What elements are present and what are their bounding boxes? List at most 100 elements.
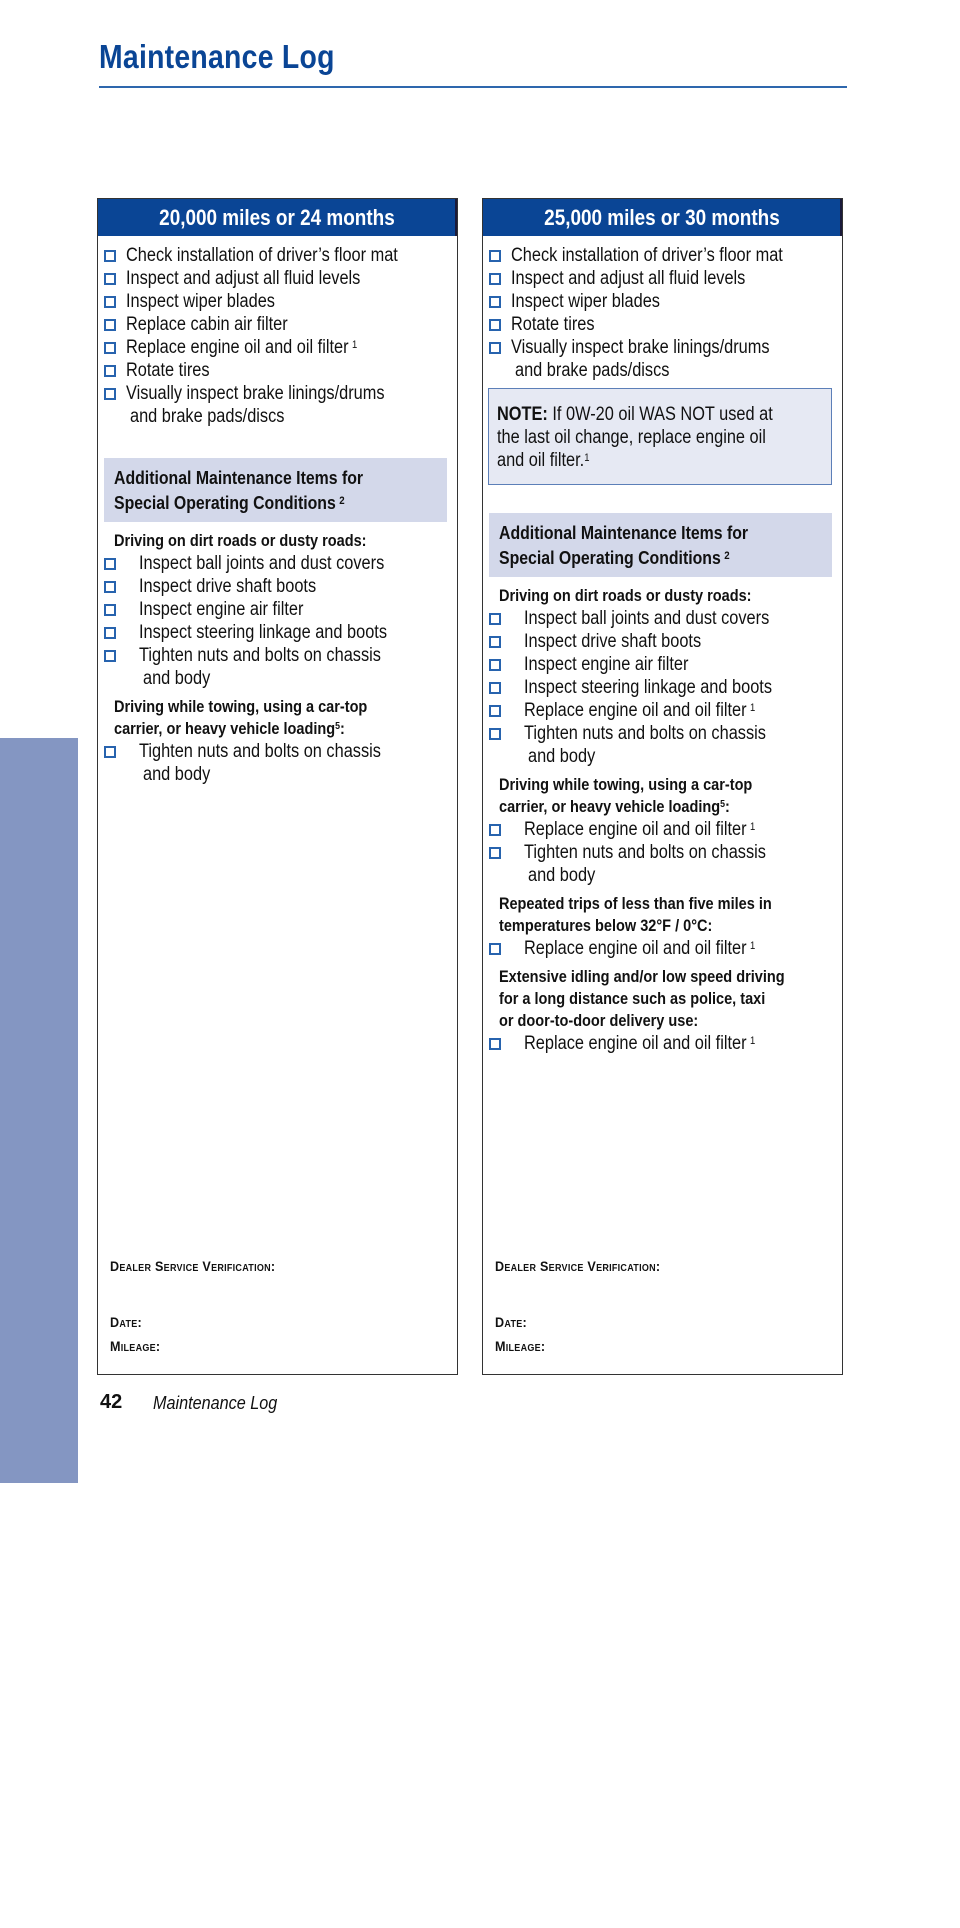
item-label: and body [143,764,211,785]
item-label: Rotate tires [126,360,210,381]
dealer-verification: Dealer Service Verification: Date: Milea… [495,1258,679,1354]
item-label: Replace engine oil and oil filter [524,1033,747,1054]
checkbox[interactable] [489,1038,501,1050]
item-label: and body [528,746,596,767]
list-item: Inspect and adjust all fluid levels [104,267,457,290]
list-item: Tighten nuts and bolts on chassis [104,644,457,667]
checkbox[interactable] [104,273,116,285]
checkbox[interactable] [489,705,501,717]
list-item-continuation: and body [104,667,457,690]
condition-title: Repeated trips of less than five miles i… [499,893,842,937]
list-item: Replace engine oil and oil filter 1 [489,1032,842,1055]
checkbox[interactable] [489,250,501,262]
note-text: and oil filter. [497,450,585,471]
list-item: Inspect drive shaft boots [104,575,457,598]
special-conditions-heading: Additional Maintenance Items for Special… [489,513,832,577]
checkbox[interactable] [489,273,501,285]
condition-title-text: Repeated trips of less than five miles i… [499,895,772,913]
special-heading-line: Additional Maintenance Items for [114,468,364,488]
list-item: Inspect ball joints and dust covers [104,552,457,575]
condition-title-text: for a long distance such as police, taxi [499,990,766,1008]
item-label: Inspect ball joints and dust covers [524,608,770,629]
checkbox[interactable] [104,650,116,662]
item-label: Inspect steering linkage and boots [524,677,772,698]
checkbox[interactable] [104,581,116,593]
checkbox[interactable] [104,250,116,262]
checkbox[interactable] [104,558,116,570]
checkbox[interactable] [489,847,501,859]
checkbox[interactable] [489,682,501,694]
oil-note: NOTE: If 0W-20 oil WAS NOT used at the l… [488,388,832,485]
checkbox[interactable] [104,746,116,758]
checkbox[interactable] [489,613,501,625]
condition-title-text: Driving while towing, using a car-top [499,776,753,794]
panel-header: 25,000 miles or 30 months [483,199,842,236]
item-label: Inspect engine air filter [139,599,304,620]
condition-title-text: carrier, or heavy vehicle loading [114,720,336,738]
checkbox[interactable] [489,824,501,836]
page-title: Maintenance Log [99,38,335,75]
item-label: and brake pads/discs [130,406,285,427]
condition-title-text: Driving on dirt roads or dusty roads: [114,532,367,550]
checkbox[interactable] [104,319,116,331]
checkbox[interactable] [489,319,501,331]
list-item: Inspect engine air filter [104,598,457,621]
footnote-ref: 1 [749,702,756,714]
footnote-ref: 5 [720,799,726,810]
list-item: Tighten nuts and bolts on chassis [104,740,457,763]
checkbox[interactable] [104,627,116,639]
checkbox[interactable] [489,296,501,308]
item-label: Check installation of driver’s floor mat [511,245,783,266]
list-item: Visually inspect brake linings/drums [104,382,457,405]
footnote-ref: 5 [335,721,341,732]
list-item: Rotate tires [489,313,842,336]
checkbox[interactable] [489,728,501,740]
condition-title-text: carrier, or heavy vehicle loading [499,798,721,816]
footnote-ref: 2 [339,495,345,507]
checkbox[interactable] [489,943,501,955]
checkbox[interactable] [489,659,501,671]
item-label: Inspect and adjust all fluid levels [126,268,361,289]
item-label: Inspect wiper blades [126,291,275,312]
dealer-verification-label: Dealer Service Verification: [495,1258,661,1274]
item-label: Inspect steering linkage and boots [139,622,387,643]
date-label: Date: [110,1314,142,1330]
note-text: the last oil change, replace engine oil [497,427,766,448]
checkbox[interactable] [104,604,116,616]
checkbox[interactable] [104,388,116,400]
item-label: Inspect engine air filter [524,654,689,675]
checkbox[interactable] [104,296,116,308]
list-item: Check installation of driver’s floor mat [489,244,842,267]
item-label: Tighten nuts and bolts on chassis [524,723,766,744]
footnote-ref: 2 [724,550,730,562]
list-item-continuation: and body [489,864,842,887]
page-number: 42 [100,1391,123,1413]
panel-header-text: 25,000 miles or 30 months [543,204,780,230]
checkbox[interactable] [104,365,116,377]
list-item-continuation: and body [104,763,457,786]
footnote-ref: 1 [749,821,756,833]
mileage-label: Mileage: [495,1338,546,1354]
item-label: Inspect and adjust all fluid levels [511,268,746,289]
checkbox[interactable] [104,342,116,354]
item-label: and body [528,865,596,886]
list-item: Replace engine oil and oil filter 1 [489,699,842,722]
checkbox[interactable] [489,342,501,354]
list-item: Tighten nuts and bolts on chassis [489,841,842,864]
list-item: Inspect ball joints and dust covers [489,607,842,630]
item-label: Inspect ball joints and dust covers [139,553,385,574]
special-conditions-heading: Additional Maintenance Items for Special… [104,458,447,522]
list-item: Inspect engine air filter [489,653,842,676]
condition-title: Driving on dirt roads or dusty roads: [499,585,842,607]
list-item: Visually inspect brake linings/drums [489,336,842,359]
list-item: Rotate tires [104,359,457,382]
condition-title-text: temperatures below 32°F / 0°C: [499,917,713,935]
standard-items-list: Check installation of driver’s floor mat… [104,244,457,428]
checkbox[interactable] [489,636,501,648]
list-item-continuation: and brake pads/discs [104,405,457,428]
log-panel-20000: 20,000 miles or 24 months Check installa… [97,198,458,1375]
section-side-tab: MAINTENANCE [0,738,78,1928]
list-item: Inspect steering linkage and boots [104,621,457,644]
condition-title-text: Driving while towing, using a car-top [114,698,368,716]
note-label: NOTE: [497,404,548,425]
